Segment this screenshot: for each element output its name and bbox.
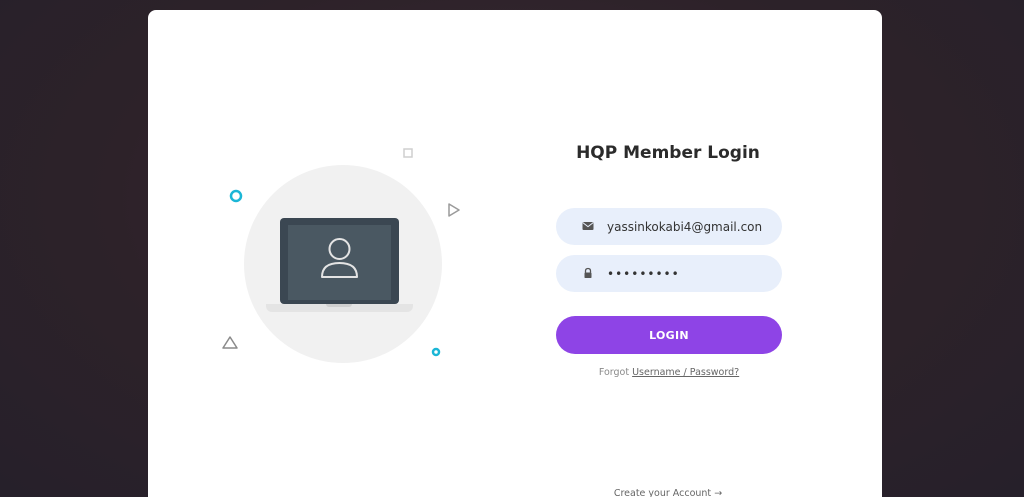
laptop-notch	[326, 304, 352, 307]
login-illustration	[148, 10, 882, 497]
create-account: Create your Account →	[588, 488, 748, 497]
email-field[interactable]	[556, 208, 782, 245]
create-account-link[interactable]: Create your Account →	[614, 488, 722, 497]
login-title: HQP Member Login	[576, 143, 760, 163]
password-input[interactable]	[607, 255, 772, 292]
dot-decoration	[431, 347, 441, 357]
laptop-screen	[280, 218, 399, 304]
forgot-credentials: Forgot Username / Password?	[548, 367, 790, 378]
envelope-icon	[582, 222, 594, 230]
ring-decoration	[229, 189, 243, 203]
password-field[interactable]	[556, 255, 782, 292]
email-input[interactable]	[607, 208, 772, 245]
lock-icon	[584, 267, 592, 278]
square-decoration	[403, 148, 413, 158]
triangle-decoration	[222, 336, 238, 349]
create-account-label: Create your Account	[613, 488, 712, 497]
user-icon	[321, 238, 358, 278]
forgot-prefix: Forgot	[598, 367, 630, 378]
login-button[interactable]: LOGIN	[556, 316, 782, 354]
forgot-credentials-link[interactable]: Username / Password?	[632, 367, 739, 378]
play-triangle-decoration	[448, 203, 460, 217]
arrow-right-icon: →	[714, 488, 723, 497]
login-card: HQP Member Login LOGIN Forgot Username /…	[148, 10, 882, 497]
